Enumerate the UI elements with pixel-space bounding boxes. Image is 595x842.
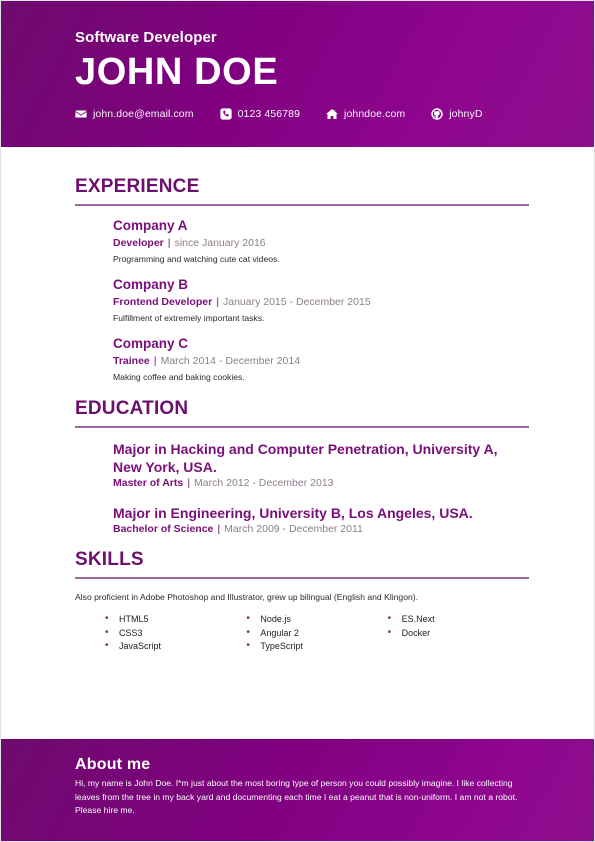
role-date: January 2015 - December 2015 <box>222 295 371 308</box>
bullet-icon: • <box>246 640 250 652</box>
role-separator: | <box>167 236 171 249</box>
role-date: March 2014 - December 2014 <box>160 354 301 367</box>
contact-row: john.doe@email.com 0123 456789 johndoe.c… <box>75 108 594 120</box>
skills-column: • Node.js • Angular 2 • TypeScript <box>246 613 387 654</box>
contact-website[interactable]: johndoe.com <box>326 108 405 120</box>
skills-note: Also proficient in Adobe Photoshop and I… <box>75 591 419 602</box>
resume-footer: About me Hi, my name is John Doe. I*m ju… <box>1 739 594 841</box>
job-title: Software Developer <box>75 29 217 46</box>
experience-entry: Company A Developer | since January 2016… <box>113 218 529 265</box>
degree-title: Bachelor of Science <box>113 522 214 535</box>
role-line: Developer | since January 2016 <box>113 236 529 250</box>
school-name: Major in Hacking and Computer Penetratio… <box>113 441 498 476</box>
envelope-icon <box>75 108 87 120</box>
role-description: Fulfillment of extremely important tasks… <box>113 313 265 324</box>
degree-line: Bachelor of Science | March 2009 - Decem… <box>113 522 529 536</box>
role-title: Developer <box>113 236 164 249</box>
section-title-skills: SKILLS <box>75 548 144 570</box>
section-divider <box>75 203 529 206</box>
contact-email[interactable]: john.doe@email.com <box>75 108 194 120</box>
about-me-text: Hi, my name is John Doe. I*m just about … <box>75 778 518 815</box>
contact-email-text: john.doe@email.com <box>93 108 194 121</box>
role-title: Trainee <box>113 354 150 367</box>
role-line: Frontend Developer | January 2015 - Dece… <box>113 295 529 309</box>
experience-entry: Company B Frontend Developer | January 2… <box>113 277 529 324</box>
section-education: EDUCATION Major in Hacking and Computer … <box>75 398 529 536</box>
skill-item: • ES.Next <box>388 613 529 626</box>
contact-website-text: johndoe.com <box>344 108 406 121</box>
section-experience: EXPERIENCE Company A Developer | since J… <box>75 176 529 383</box>
section-title-experience: EXPERIENCE <box>75 176 200 197</box>
role-date: since January 2016 <box>174 236 266 249</box>
section-skills: SKILLS Also proficient in Adobe Photosho… <box>75 548 529 654</box>
role-separator: | <box>153 354 157 367</box>
skill-label: ES.Next <box>401 613 435 624</box>
skills-column: • HTML5 • CSS3 • JavaScript <box>105 613 246 654</box>
education-entry: Major in Hacking and Computer Penetratio… <box>113 440 529 491</box>
skill-label: TypeScript <box>260 641 303 652</box>
contact-github-text: johnyD <box>449 108 483 121</box>
bullet-icon: • <box>246 626 250 638</box>
bullet-icon: • <box>105 612 109 624</box>
contact-phone-text: 0123 456789 <box>237 108 301 121</box>
skill-label: CSS3 <box>119 627 143 638</box>
company-name: Company B <box>113 276 189 292</box>
phone-icon <box>219 108 232 120</box>
role-title: Frontend Developer <box>113 295 213 308</box>
skill-item: • HTML5 <box>105 613 246 626</box>
bullet-icon: • <box>105 626 109 638</box>
company-name: Company A <box>113 217 188 233</box>
role-line: Trainee | March 2014 - December 2014 <box>113 354 529 368</box>
degree-date: March 2012 - December 2013 <box>194 477 334 490</box>
school-name: Major in Engineering, University B, Los … <box>113 504 473 521</box>
skill-item: • Angular 2 <box>246 627 387 640</box>
bullet-icon: • <box>387 626 392 638</box>
skill-label: JavaScript <box>119 641 162 652</box>
skill-label: Docker <box>401 627 431 638</box>
degree-title: Master of Arts <box>113 477 184 490</box>
section-divider <box>75 426 529 429</box>
bullet-icon: • <box>387 612 392 624</box>
contact-github[interactable]: johnyD <box>431 108 482 120</box>
degree-separator: | <box>187 477 191 490</box>
bullet-icon: • <box>105 640 109 652</box>
skill-label: Node.js <box>260 613 291 624</box>
degree-date: March 2009 - December 2011 <box>224 522 363 535</box>
role-description: Making coffee and baking cookies. <box>113 372 245 383</box>
skill-item: • TypeScript <box>246 640 387 653</box>
resume-page: Software Developer JOHN DOE john.doe@ema… <box>0 0 595 842</box>
skill-item: • Docker <box>388 627 529 640</box>
skill-label: HTML5 <box>119 613 149 624</box>
education-entries: Major in Hacking and Computer Penetratio… <box>75 440 529 536</box>
skill-label: Angular 2 <box>260 627 299 638</box>
skill-item: • Node.js <box>246 613 387 626</box>
role-separator: | <box>216 295 220 308</box>
github-icon <box>431 108 443 120</box>
resume-body: EXPERIENCE Company A Developer | since J… <box>1 147 594 739</box>
contact-phone[interactable]: 0123 456789 <box>219 108 301 121</box>
experience-entries: Company A Developer | since January 2016… <box>75 218 529 383</box>
bullet-icon: • <box>246 612 250 624</box>
company-name: Company C <box>113 336 189 352</box>
role-description: Programming and watching cute cat videos… <box>113 253 280 264</box>
experience-entry: Company C Trainee | March 2014 - Decembe… <box>113 336 529 383</box>
skill-item: • JavaScript <box>105 640 246 653</box>
about-me-title: About me <box>75 756 151 773</box>
degree-line: Master of Arts | March 2012 - December 2… <box>113 476 529 490</box>
section-title-education: EDUCATION <box>75 398 189 420</box>
section-divider <box>75 576 529 579</box>
skill-item: • CSS3 <box>105 627 246 640</box>
full-name: JOHN DOE <box>75 51 279 93</box>
education-entry: Major in Engineering, University B, Los … <box>113 504 529 536</box>
resume-header: Software Developer JOHN DOE john.doe@ema… <box>1 1 594 147</box>
home-icon <box>326 108 339 120</box>
skills-columns: • HTML5 • CSS3 • JavaScript • Node.js • … <box>75 613 529 654</box>
degree-separator: | <box>217 522 221 535</box>
skills-column: • ES.Next • Docker <box>388 613 529 654</box>
